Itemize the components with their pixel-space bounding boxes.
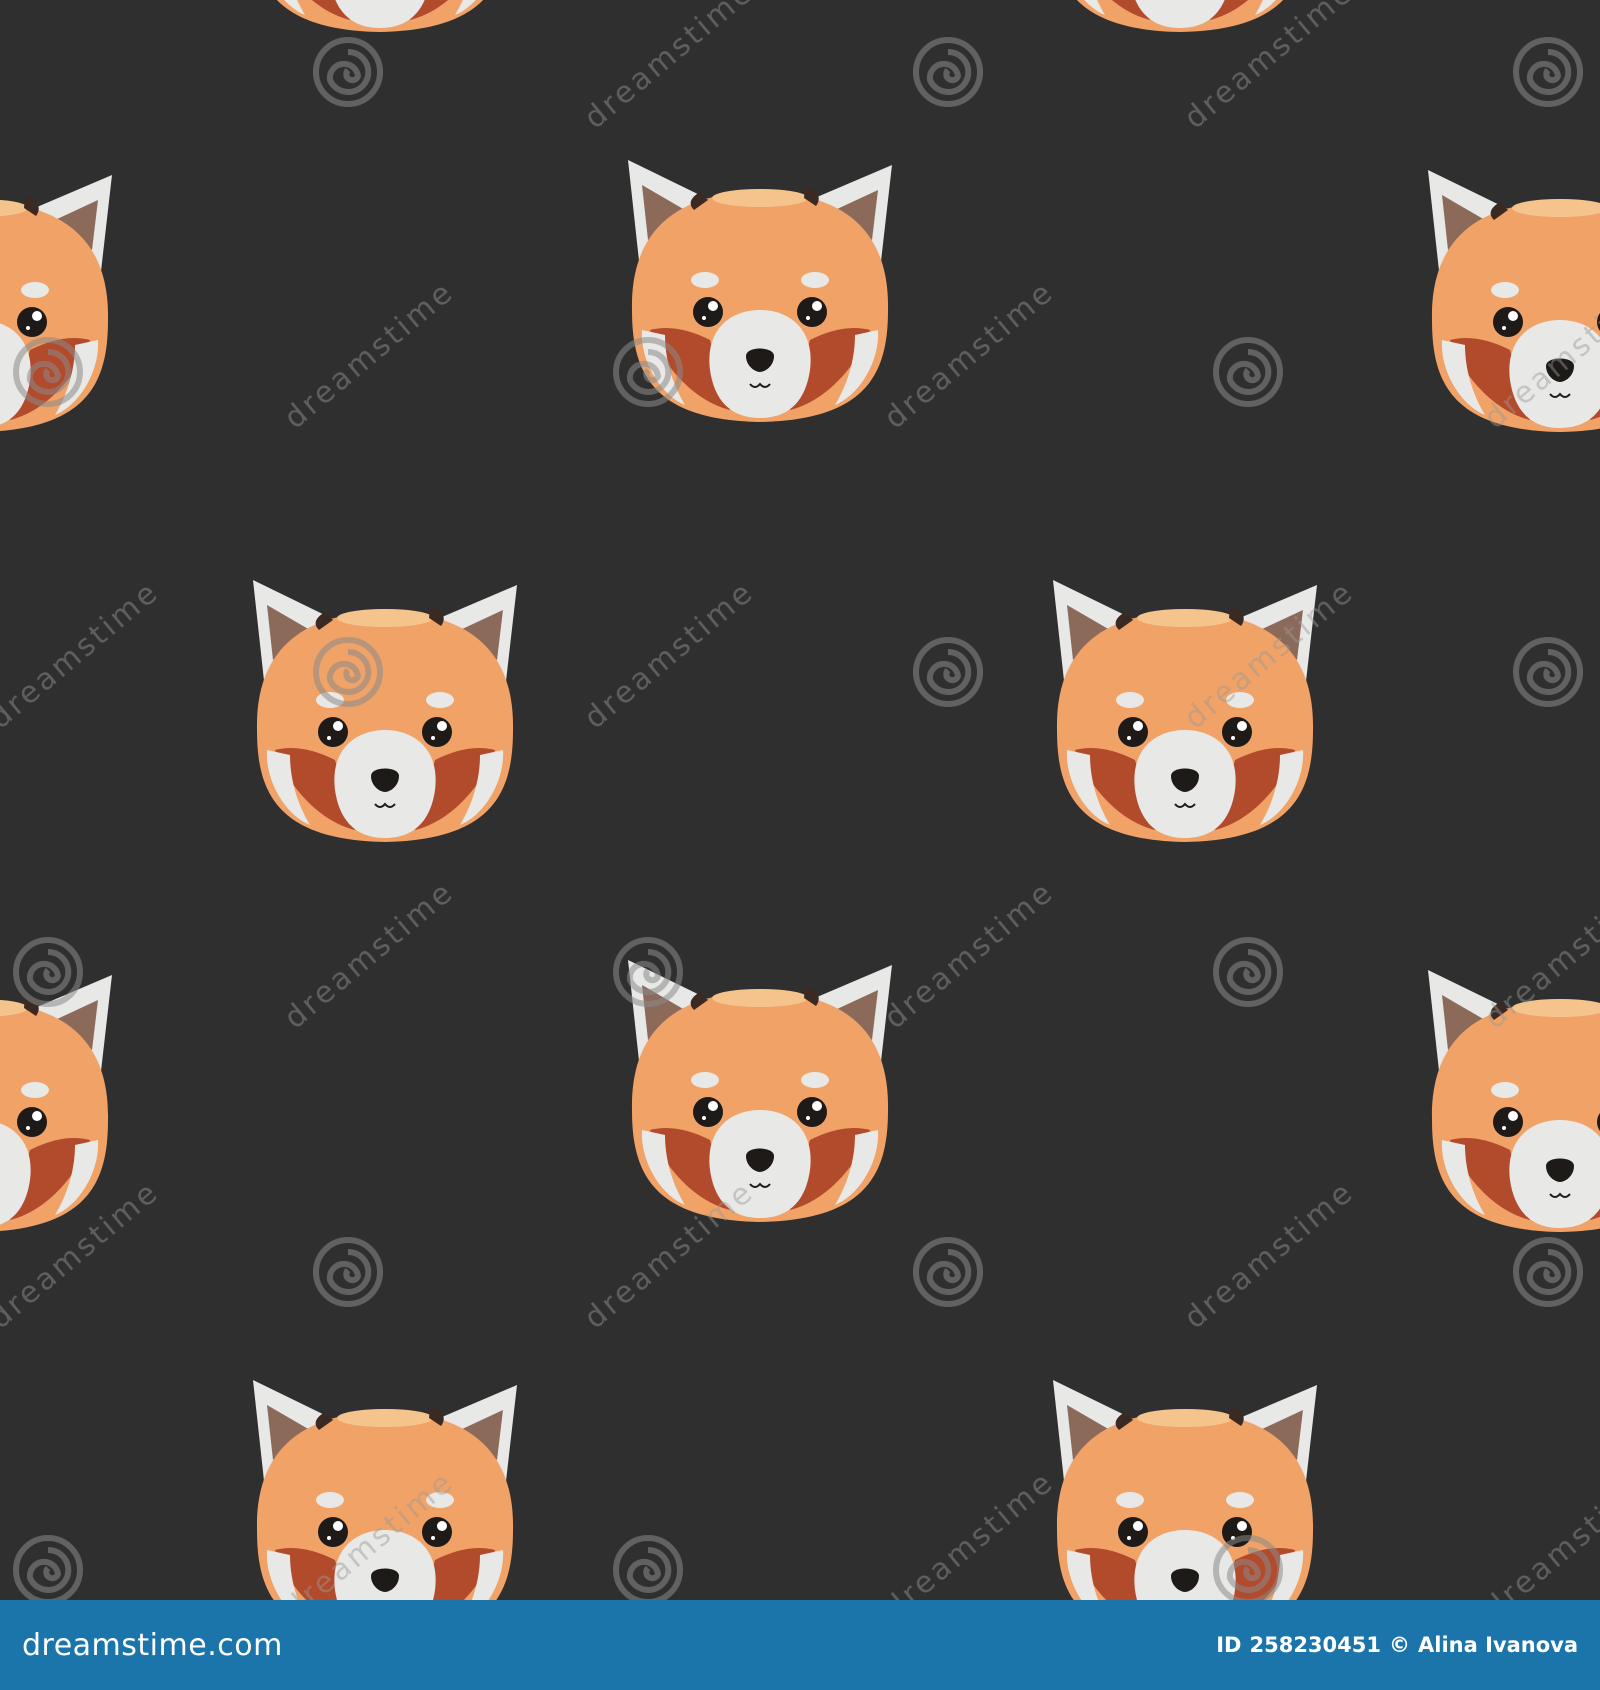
watermark-logo: [16, 940, 80, 1004]
id-label: ID: [1216, 1633, 1242, 1657]
panda-face: [1047, 0, 1313, 33]
watermark-text: dreamstime: [1178, 1174, 1362, 1336]
watermark-text: dreamstime: [578, 0, 762, 136]
watermark-text: dreamstime: [878, 1464, 1062, 1600]
watermark-logo: [1516, 640, 1580, 704]
watermark-logo: [1516, 1240, 1580, 1304]
watermark-logo: [616, 340, 680, 404]
copyright-icon: ©: [1389, 1633, 1410, 1657]
watermark-logo: [916, 640, 980, 704]
author-name: Alina Ivanova: [1418, 1633, 1578, 1657]
panda-face: [0, 969, 113, 1233]
stock-image: dreamstime dreamstime dreamstime dreamst…: [0, 0, 1600, 1690]
watermark-logo: [616, 1538, 680, 1600]
watermark-logo: [1216, 940, 1280, 1004]
panda-face: [252, 579, 518, 843]
watermark-logo: [1216, 340, 1280, 404]
watermark-logo: [916, 1240, 980, 1304]
watermark-text: dreamstime: [0, 574, 166, 736]
watermark-logo: [16, 1538, 80, 1600]
watermark-text: dreamstime: [878, 274, 1062, 436]
pattern-canvas: dreamstime dreamstime dreamstime dreamst…: [0, 0, 1600, 1600]
watermark-text: dreamstime: [1478, 1464, 1600, 1600]
watermark-text: dreamstime: [278, 874, 462, 1036]
watermark-logo: [316, 1240, 380, 1304]
watermark-logo: [916, 40, 980, 104]
stock-footer-bar: dreamstime.com ID 258230451 © Alina Ivan…: [0, 1600, 1600, 1690]
watermark-text: dreamstime: [278, 274, 462, 436]
image-credit: ID 258230451 © Alina Ivanova: [1216, 1633, 1578, 1657]
red-panda-pattern: dreamstime dreamstime dreamstime dreamst…: [0, 0, 1600, 1600]
id-value: 258230451: [1249, 1633, 1381, 1657]
brand-logo-text[interactable]: dreamstime.com: [22, 1628, 283, 1663]
panda-face: [252, 1379, 518, 1600]
watermark-logo: [616, 940, 680, 1004]
watermark-text: dreamstime: [878, 874, 1062, 1036]
watermark-logo: [1516, 40, 1580, 104]
panda-face: [247, 0, 513, 33]
watermark-text: dreamstime: [578, 574, 762, 736]
watermark-logo: [316, 40, 380, 104]
